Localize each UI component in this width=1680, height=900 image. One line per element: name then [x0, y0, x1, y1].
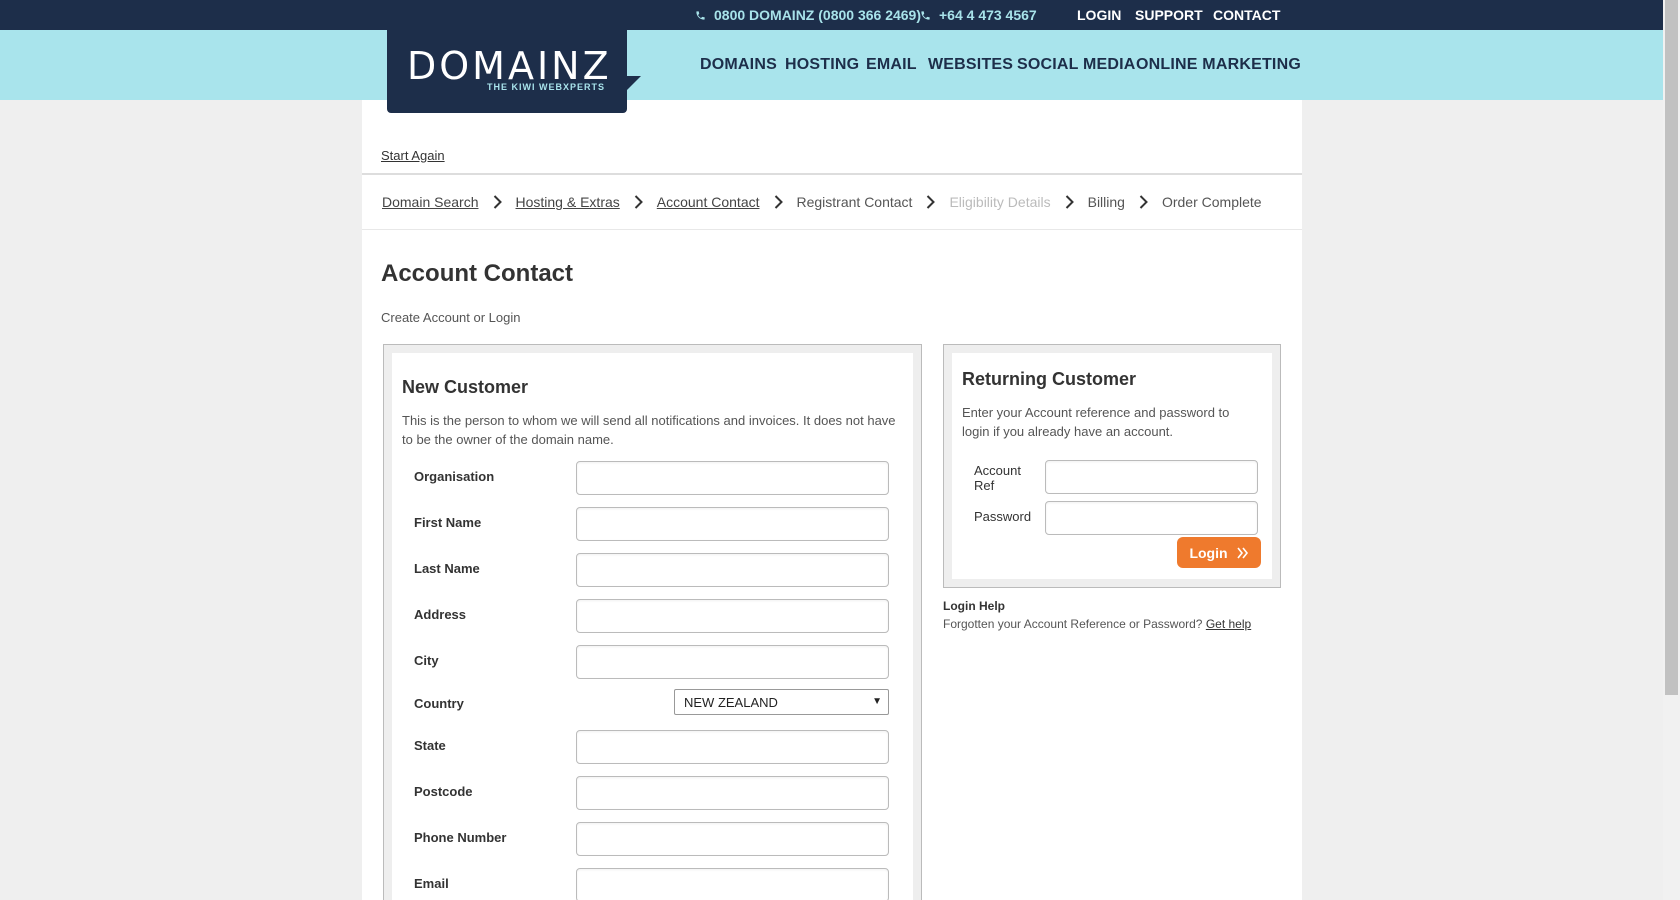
state-label: State	[414, 738, 446, 753]
step-domain-search[interactable]: Domain Search	[382, 194, 479, 210]
logo-tagline: THE KIWI WEBXPERTS	[486, 82, 605, 92]
new-customer-description: This is the person to whom we will send …	[402, 411, 896, 449]
new-customer-form: New Customer This is the person to whom …	[392, 353, 913, 900]
chevron-right-icon	[634, 195, 643, 209]
main-nav-bar: DOMAINS HOSTING EMAIL WEBSITES SOCIAL ME…	[0, 30, 1663, 100]
country-select[interactable]: NEW ZEALAND ▼	[674, 689, 889, 715]
caret-down-icon: ▼	[872, 696, 882, 707]
account-ref-label-line1: Account	[974, 463, 1021, 478]
step-registrant-contact: Registrant Contact	[796, 194, 913, 210]
city-label: City	[414, 653, 439, 668]
chevron-right-icon	[926, 195, 936, 209]
email-input[interactable]	[576, 868, 889, 900]
organisation-input[interactable]	[576, 461, 889, 495]
postcode-input[interactable]	[576, 776, 889, 810]
nav-websites[interactable]: WEBSITES	[928, 56, 1013, 74]
page-title: Account Contact	[381, 260, 573, 287]
last-name-label: Last Name	[414, 561, 480, 576]
returning-desc-line1: Enter your Account reference and passwor…	[962, 405, 1230, 420]
city-input[interactable]	[576, 645, 889, 679]
divider	[362, 229, 1302, 230]
password-input[interactable]	[1045, 501, 1258, 535]
country-label: Country	[414, 696, 464, 711]
get-help-link[interactable]: Get help	[1206, 617, 1251, 631]
logo-flag-shape	[627, 76, 641, 90]
divider	[362, 173, 1302, 175]
nav-email[interactable]: EMAIL	[866, 56, 917, 74]
nav-domains[interactable]: DOMAINS	[700, 56, 777, 74]
step-order-complete: Order Complete	[1161, 194, 1262, 210]
postcode-label: Postcode	[414, 784, 473, 799]
new-customer-title: New Customer	[402, 377, 529, 397]
nav-social-media[interactable]: SOCIAL MEDIA	[1017, 56, 1136, 74]
step-billing: Billing	[1087, 194, 1125, 210]
chevron-right-icon	[493, 195, 502, 209]
step-hosting-extras[interactable]: Hosting & Extras	[516, 194, 620, 210]
checkout-steps: Domain Search Hosting & Extras Account C…	[382, 194, 1262, 210]
top-bar: 0800 DOMAINZ (0800 366 2469) +64 4 473 4…	[0, 0, 1663, 30]
phone-number-2[interactable]: +64 4 473 4567	[920, 7, 1037, 23]
returning-customer-form: Returning Customer Enter your Account re…	[952, 353, 1272, 579]
phone-icon	[921, 10, 930, 20]
country-select-value: NEW ZEALAND	[684, 695, 778, 710]
login-button-label: Login	[1189, 544, 1228, 561]
phone-number-1[interactable]: 0800 DOMAINZ (0800 366 2469)	[695, 7, 921, 23]
first-name-input[interactable]	[576, 507, 889, 541]
login-help-text: Forgotten your Account Reference or Pass…	[943, 617, 1251, 631]
scrollbar-thumb[interactable]	[1665, 0, 1678, 695]
phone-number-label: Phone Number	[414, 830, 507, 845]
password-label: Password	[974, 509, 1032, 524]
domainz-logo[interactable]: DOMAINZ THE KIWI WEBXPERTS	[387, 30, 641, 113]
returning-customer-title: Returning Customer	[962, 369, 1137, 389]
returning-customer-box: Returning Customer Enter your Account re…	[943, 344, 1281, 588]
address-input[interactable]	[576, 599, 889, 633]
top-login-link[interactable]: LOGIN	[1077, 7, 1121, 23]
first-name-label: First Name	[414, 515, 482, 530]
returning-customer-description: Enter your Account reference and passwor…	[962, 403, 1229, 441]
page-subtitle: Create Account or Login	[381, 310, 521, 325]
nav-online-marketing[interactable]: ONLINE MARKETING	[1136, 56, 1301, 74]
page-scrollbar[interactable]	[1663, 0, 1680, 900]
step-eligibility-details: Eligibility Details	[949, 194, 1051, 210]
chevron-right-icon	[1065, 195, 1074, 209]
new-customer-desc-line1: This is the person to whom we will send …	[402, 413, 896, 428]
step-account-contact[interactable]: Account Contact	[657, 194, 760, 210]
start-again-link[interactable]: Start Again	[381, 148, 445, 163]
email-label: Email	[414, 876, 449, 891]
login-button[interactable]: Login	[1177, 537, 1261, 568]
address-label: Address	[414, 607, 467, 622]
account-ref-label: Account Ref	[974, 463, 1021, 493]
content-panel: Start Again Domain Search Hosting & Extr…	[362, 100, 1302, 900]
top-support-link[interactable]: SUPPORT	[1135, 7, 1203, 23]
login-help-title: Login Help	[943, 599, 1005, 613]
phone-icon	[696, 10, 705, 20]
login-help-message: Forgotten your Account Reference or Pass…	[943, 617, 1203, 631]
chevron-right-icon	[1139, 195, 1148, 209]
new-customer-desc-line2: to be the owner of the domain name.	[402, 432, 614, 447]
phone-number-1-text: 0800 DOMAINZ (0800 366 2469)	[714, 7, 921, 23]
account-ref-input[interactable]	[1045, 460, 1258, 494]
double-chevron-right-icon	[1236, 547, 1248, 558]
state-input[interactable]	[576, 730, 889, 764]
chevron-right-icon	[774, 195, 783, 209]
account-ref-label-line2: Ref	[974, 478, 995, 493]
nav-hosting[interactable]: HOSTING	[785, 56, 859, 74]
new-customer-box: New Customer This is the person to whom …	[383, 344, 922, 900]
phone-number-2-text: +64 4 473 4567	[939, 7, 1037, 23]
returning-desc-line2: login if you already have an account.	[962, 424, 1174, 439]
organisation-label: Organisation	[414, 469, 495, 484]
phone-number-input[interactable]	[576, 822, 889, 856]
last-name-input[interactable]	[576, 553, 889, 587]
top-contact-link[interactable]: CONTACT	[1213, 7, 1280, 23]
